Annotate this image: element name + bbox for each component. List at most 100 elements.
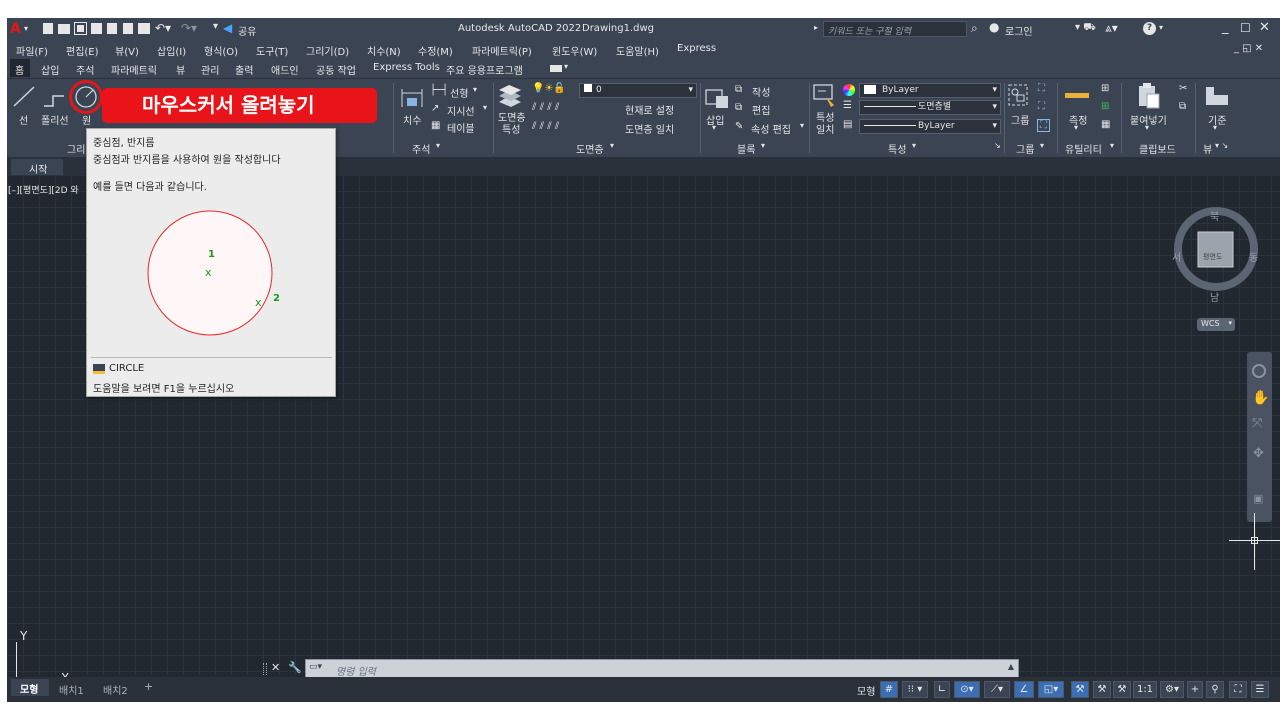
match-properties-icon[interactable] (812, 83, 838, 109)
menu-view[interactable]: 뷰(V) (115, 43, 139, 58)
measure-icon[interactable] (1065, 93, 1089, 98)
circle-button-label[interactable]: 원 (82, 112, 91, 127)
dimension-icon[interactable] (399, 85, 425, 111)
tab-addins[interactable]: 애드인 (271, 62, 299, 77)
help-icon[interactable]: ? (1143, 22, 1156, 35)
line-button-label[interactable]: 선 (19, 112, 28, 127)
add-layout-icon[interactable]: + (144, 680, 153, 693)
linetype-icon[interactable]: ☰ (843, 100, 852, 111)
customize-qat-icon[interactable]: ▾ (213, 21, 218, 32)
menu-help[interactable]: 도움말(H) (616, 43, 659, 58)
snap-icon[interactable]: ⁝⁝ ▾ (902, 681, 928, 698)
draw-panel-title[interactable]: 그리 (67, 141, 85, 156)
group-edit-icon[interactable]: ⛶ (1038, 101, 1045, 112)
match-properties-label-2[interactable]: 일치 (816, 121, 834, 136)
viewcube-south-label[interactable]: 남 (1210, 289, 1219, 304)
tab-model[interactable]: 모형 (11, 679, 49, 696)
zoom-extents-icon[interactable]: ⤧ (1252, 416, 1262, 431)
plot-icon[interactable] (138, 23, 150, 34)
layers-panel-title[interactable]: 도면층 (576, 141, 604, 156)
menu-window[interactable]: 윈도우(W) (552, 43, 597, 58)
leader-label[interactable]: 지시선 (447, 103, 475, 118)
tab-express-tools[interactable]: Express Tools (373, 62, 440, 73)
groups-panel-chevron-icon[interactable]: ▾ (1040, 141, 1044, 150)
viewcube-north-label[interactable]: 북 (1210, 208, 1219, 223)
color-dropdown[interactable]: ByLayer ▾ (859, 83, 1001, 98)
annotation-monitor-icon[interactable]: + (1187, 681, 1203, 698)
insert-block-chevron-icon[interactable]: ▾ (712, 123, 716, 132)
view-panel-title[interactable]: 뷰 (1203, 141, 1212, 156)
tab-annotate[interactable]: 주석 (76, 62, 94, 77)
orbit-icon[interactable]: ✥ (1253, 446, 1264, 461)
steering-wheel-icon[interactable] (1252, 364, 1266, 378)
viewcube-east-label[interactable]: 동 (1249, 249, 1258, 264)
line-icon[interactable] (11, 84, 37, 110)
tab-manage[interactable]: 관리 (201, 62, 219, 77)
properties-dialog-launcher-icon[interactable]: ↘ (994, 141, 1001, 150)
workspace-gear-icon[interactable]: ⚙▾ (1160, 681, 1184, 698)
grid-icon[interactable]: # (880, 681, 898, 698)
layer-properties-icon[interactable] (497, 84, 523, 108)
app-menu-chevron-icon[interactable]: ▾ (24, 24, 28, 33)
tab-layout1[interactable]: 배치1 (59, 682, 84, 697)
menu-format[interactable]: 형식(O) (204, 43, 238, 58)
redo-icon[interactable]: ↷▾ (181, 21, 197, 35)
ribbon-toggle-chevron-icon[interactable]: ▾ (564, 62, 568, 71)
object-snap-icon[interactable]: ◱▾ (1038, 681, 1064, 698)
match-layer-label[interactable]: 도면층 일치 (625, 121, 674, 136)
annotation-panel-title[interactable]: 주석 (412, 141, 430, 156)
paste-icon[interactable] (1137, 82, 1161, 110)
base-view-icon[interactable] (1204, 85, 1230, 107)
lineweight-dropdown[interactable]: ByLayer ▾ (859, 119, 1001, 134)
showmotion-icon[interactable]: ▣ (1253, 492, 1263, 505)
tab-start[interactable]: 시작 (11, 159, 63, 176)
tab-view[interactable]: 뷰 (176, 62, 185, 77)
auto-scale-icon[interactable]: ⚒ (1093, 681, 1111, 698)
linear-dim-chevron-icon[interactable]: ▾ (473, 85, 477, 94)
table-label[interactable]: 테이블 (447, 120, 475, 135)
doc-minimize-button[interactable]: _ ◱ ✕ (1234, 43, 1263, 54)
properties-panel-chevron-icon[interactable]: ▾ (912, 141, 916, 150)
login-button[interactable]: 로그인 (1005, 23, 1033, 38)
annotation-scale-value[interactable]: 1:1 (1133, 681, 1157, 698)
menu-insert[interactable]: 삽입(I) (157, 43, 186, 58)
tab-insert[interactable]: 삽입 (41, 62, 59, 77)
layer-on-icon[interactable]: 💡☀🔓 (532, 83, 566, 94)
menu-express[interactable]: Express (677, 43, 716, 54)
tab-output[interactable]: 출력 (235, 62, 253, 77)
layers-panel-chevron-icon[interactable]: ▾ (610, 141, 614, 150)
paste-chevron-icon[interactable]: ▾ (1145, 123, 1149, 132)
linetype-dropdown[interactable]: 도면층별 ▾ (859, 100, 1001, 115)
clipboard-panel-title[interactable]: 클립보드 (1139, 141, 1176, 156)
id-point-icon[interactable]: ▦ (1101, 119, 1110, 130)
block-panel-title[interactable]: 블록 (737, 141, 755, 156)
insert-block-icon[interactable] (704, 84, 730, 110)
utilities-panel-title[interactable]: 유틸리티 (1065, 141, 1102, 156)
view-panel-chevron-icon[interactable]: ▾ ↘ (1215, 141, 1228, 150)
group-icon[interactable] (1007, 83, 1031, 109)
edit-block-icon[interactable]: ⧉ (735, 102, 742, 113)
groups-panel-title[interactable]: 그룹 (1016, 141, 1034, 156)
clean-screen-icon[interactable]: ⛶ (1229, 681, 1247, 698)
menu-modify[interactable]: 수정(M) (418, 43, 453, 58)
leader-icon[interactable]: ↗ (431, 103, 439, 114)
share-button[interactable]: 공유 (238, 23, 256, 38)
undo-icon[interactable]: ↶▾ (155, 21, 171, 35)
set-current-label[interactable]: 현재로 설정 (625, 102, 674, 117)
help-chevron-icon[interactable]: ▾ (1159, 23, 1163, 32)
command-customize-icon[interactable]: 🔧 (288, 661, 302, 674)
base-view-chevron-icon[interactable]: ▾ (1213, 123, 1217, 132)
create-block-label[interactable]: 작성 (752, 84, 770, 99)
group-tools-icon[interactable]: ⛶ (1038, 83, 1045, 94)
new-file-icon[interactable] (43, 23, 53, 34)
menu-parametric[interactable]: 파라메트릭(P) (472, 43, 532, 58)
menu-file[interactable]: 파일(F) (16, 43, 48, 58)
ortho-icon[interactable]: ∟ (934, 681, 950, 698)
tab-home-label[interactable]: 홈 (15, 62, 24, 77)
annotation-panel-chevron-icon[interactable]: ▾ (436, 141, 440, 150)
autodesk-account-icon[interactable]: ⩓▾ (1105, 21, 1118, 36)
cart-icon[interactable]: ▾ ⛟ (1075, 22, 1096, 35)
dimension-button-label[interactable]: 치수 (403, 112, 421, 127)
tab-parametric[interactable]: 파라메트릭 (111, 62, 157, 77)
search-input[interactable]: 키워드 또는 구절 입력 (823, 21, 967, 37)
